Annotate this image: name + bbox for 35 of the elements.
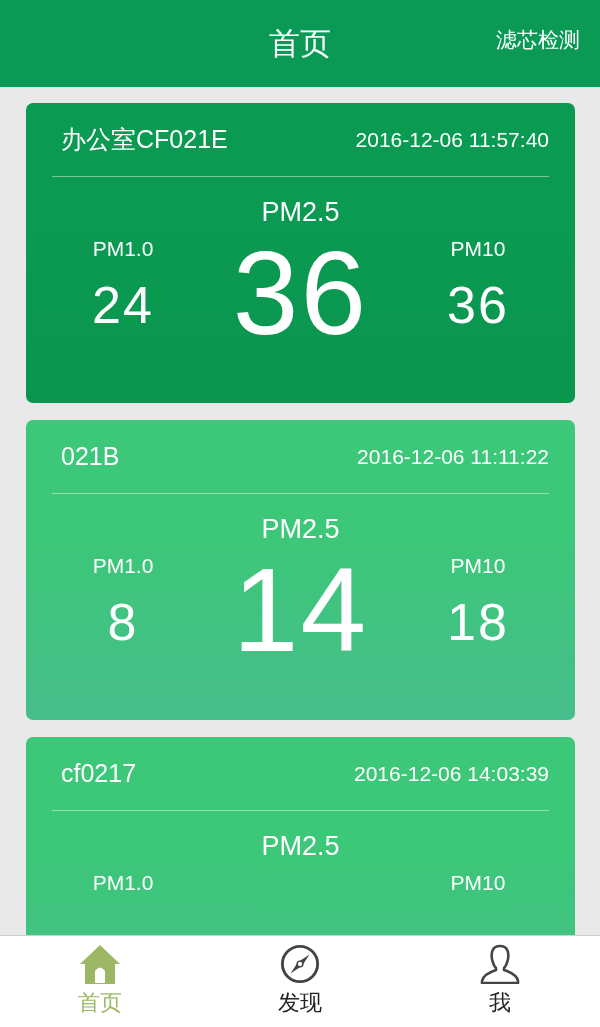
tab-label: 发现: [278, 989, 322, 1017]
home-icon: [79, 944, 121, 984]
metric-value: 8: [107, 596, 139, 648]
device-name: 021B: [61, 442, 120, 471]
device-card[interactable]: 办公室CF021E 2016-12-06 11:57:40 PM1.0 24 PM2.5 36 PM10 36: [26, 103, 575, 403]
metric-label: PM10: [450, 237, 506, 261]
tab-label: 我: [489, 989, 511, 1017]
metric-label: PM2.5: [261, 197, 340, 228]
device-card[interactable]: 021B 2016-12-06 11:11:22 PM1.0 8 PM2.5 14 PM10 18: [26, 420, 575, 720]
metric-value: 24: [92, 279, 154, 331]
filter-check-link[interactable]: 滤芯检测: [496, 25, 580, 54]
device-name: cf0217: [61, 759, 137, 788]
metric-value: 18: [447, 596, 509, 648]
metric-value: 36: [447, 279, 509, 331]
device-card[interactable]: cf0217 2016-12-06 14:03:39 PM1.0 PM2.5 PM10: [26, 737, 575, 935]
metric-label: PM2.5: [261, 514, 340, 545]
metric-label: PM1.0: [92, 237, 154, 261]
metric-label: PM1.0: [92, 871, 154, 895]
nav-tab[interactable]: 我: [400, 936, 600, 1027]
metric-label: PM10: [450, 871, 506, 895]
nav-tab[interactable]: 发现: [200, 936, 400, 1027]
reading-time: 2016-12-06 14:03:39: [354, 761, 549, 786]
metric-label: PM1.0: [92, 554, 154, 578]
device-name: 办公室CF021E: [61, 124, 228, 155]
metric-value: 36: [232, 234, 369, 352]
metric-label: PM10: [450, 554, 506, 578]
metric-value: 14: [232, 551, 369, 669]
tab-label: 首页: [78, 989, 122, 1017]
user-icon: [480, 944, 520, 984]
compass-icon: [279, 944, 321, 984]
nav-tab[interactable]: 首页: [0, 936, 200, 1027]
reading-time: 2016-12-06 11:11:22: [357, 444, 549, 469]
reading-time: 2016-12-06 11:57:40: [355, 127, 549, 152]
metric-label: PM2.5: [261, 831, 340, 862]
page-title: 首页: [269, 24, 331, 63]
